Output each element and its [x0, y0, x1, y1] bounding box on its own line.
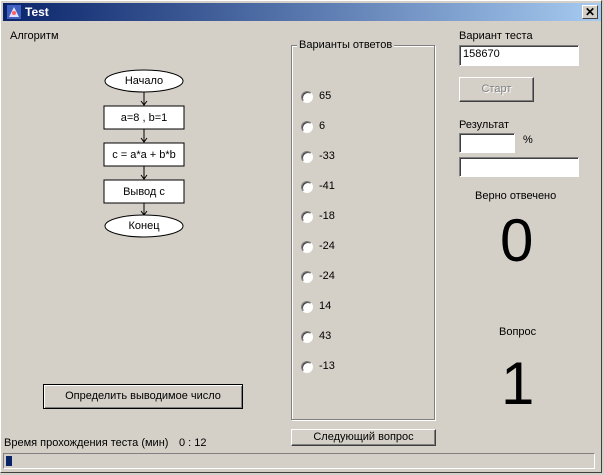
app-window: Test ✕ Алгоритм Начало a=8 , b=1 c = a*a… [0, 0, 602, 473]
flowchart-end-label: Конец [128, 220, 160, 232]
time-label: Время прохождения теста (мин) [4, 437, 169, 449]
correct-answers-count: 0 [500, 207, 534, 274]
percent-sign: % [523, 134, 533, 146]
radio-button[interactable] [301, 181, 313, 193]
radio-button[interactable] [301, 91, 313, 103]
radio-button[interactable] [301, 151, 313, 163]
app-icon [7, 5, 21, 19]
flowchart-start-label: Начало [124, 75, 164, 87]
answers-groupbox [291, 45, 435, 420]
time-value: 0 : 12 [179, 437, 207, 449]
variant-input[interactable]: 158670 [459, 45, 579, 66]
flowchart-output-label: Вывод c [123, 186, 165, 198]
radio-button[interactable] [301, 271, 313, 283]
question-number: 1 [501, 350, 535, 417]
flowchart-compute-label: c = a*a + b*b [112, 149, 176, 161]
result-label: Результат [459, 119, 510, 131]
radio-button[interactable] [301, 241, 313, 253]
result-text-field[interactable] [459, 157, 579, 177]
radio-button[interactable] [301, 361, 313, 373]
answers-legend: Варианты ответов [297, 39, 395, 51]
flowchart-assign-label: a=8 , b=1 [120, 112, 168, 124]
radio-button[interactable] [301, 301, 313, 313]
title-bar[interactable]: Test ✕ [3, 3, 601, 21]
test-progress-bar [3, 453, 595, 469]
progress-fill [6, 456, 12, 466]
start-button[interactable]: Старт [459, 77, 534, 102]
determine-output-button[interactable]: Определить выводимое число [43, 384, 243, 409]
radio-button[interactable] [301, 211, 313, 223]
radio-button[interactable] [301, 331, 313, 343]
next-question-button[interactable]: Следующий вопрос [291, 429, 436, 446]
close-icon: ✕ [584, 5, 596, 19]
close-button[interactable]: ✕ [582, 5, 598, 19]
correct-answers-label: Верно отвечено [475, 190, 557, 202]
result-percent-field[interactable] [459, 133, 515, 153]
window-title: Test [25, 5, 49, 19]
radio-button[interactable] [301, 121, 313, 133]
variant-label: Вариант теста [459, 30, 533, 42]
question-label: Вопрос [499, 326, 537, 338]
algorithm-label: Алгоритм [10, 30, 59, 42]
